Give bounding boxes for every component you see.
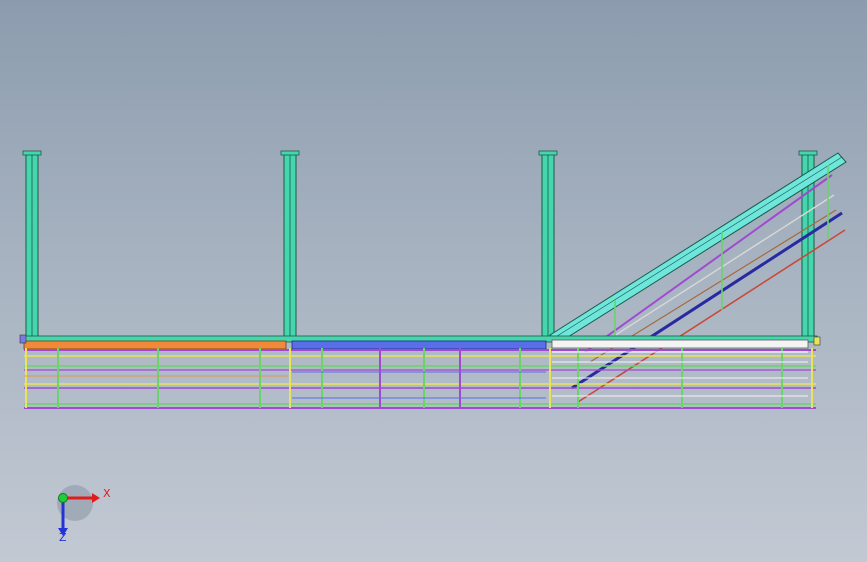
model-view[interactable]: X Z xyxy=(0,0,867,562)
axis-triad: X Z xyxy=(57,485,111,544)
column-3[interactable] xyxy=(538,150,558,342)
railing-frame[interactable] xyxy=(24,348,816,409)
y-axis-dot xyxy=(58,493,68,503)
column-1[interactable] xyxy=(22,150,42,342)
column-2[interactable] xyxy=(280,150,300,342)
x-axis-label: X xyxy=(103,487,111,500)
cad-viewport[interactable]: X Z xyxy=(0,0,867,562)
x-axis-arrow xyxy=(92,493,100,503)
z-axis-label: Z xyxy=(59,531,67,544)
deck-platform[interactable] xyxy=(19,334,821,350)
